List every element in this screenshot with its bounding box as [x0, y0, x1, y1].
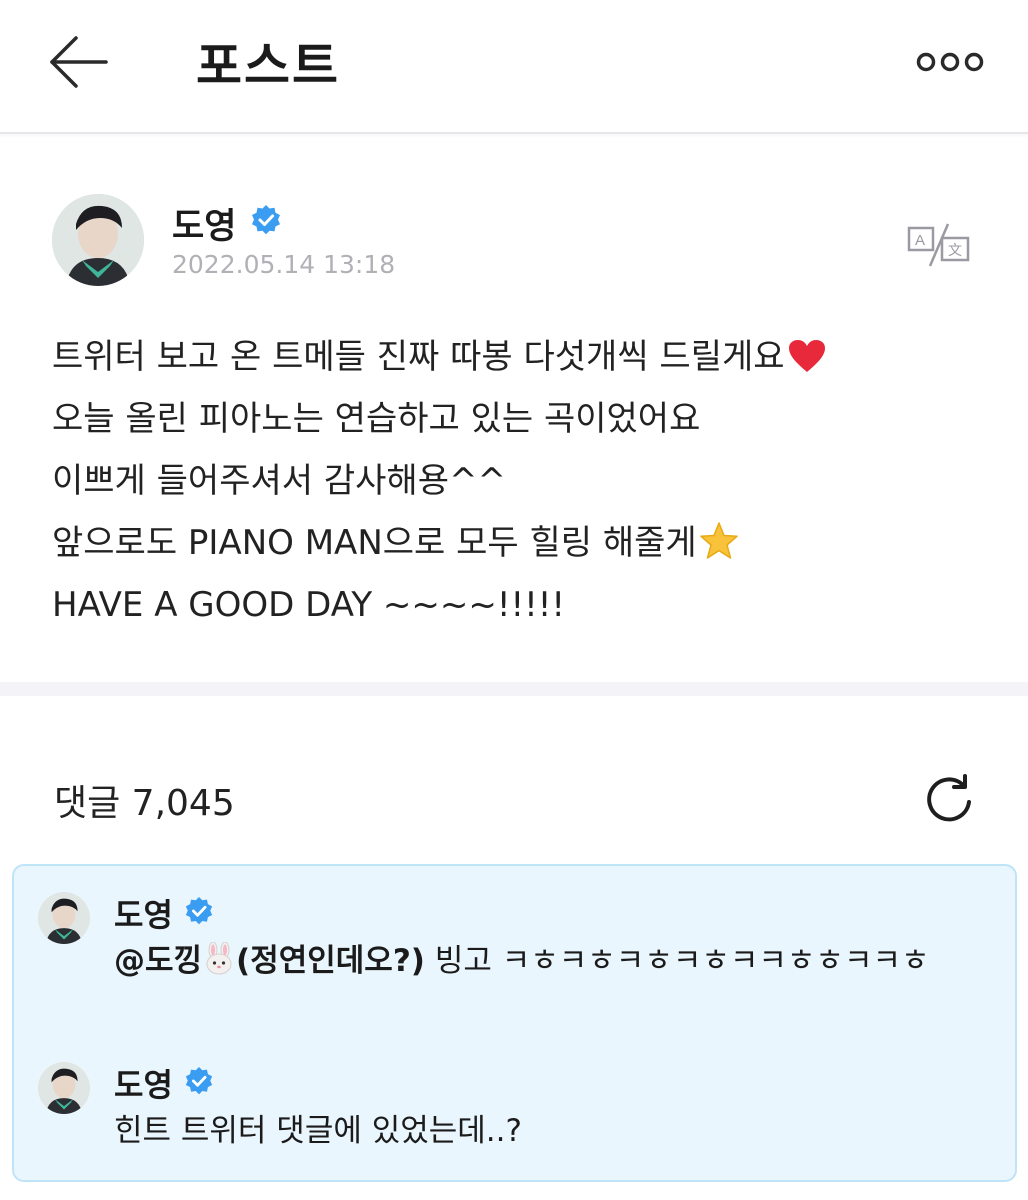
comment-avatar[interactable] — [38, 1062, 90, 1114]
translate-icon: A 文 — [907, 223, 970, 267]
comment-avatar[interactable] — [38, 892, 90, 944]
comments-header: 댓글 7,045 — [0, 740, 1028, 830]
post-line-4: 앞으로도 PIANO MAN으로 모두 힐링 해줄게 — [52, 512, 992, 574]
page-title: 포스트 — [196, 37, 340, 95]
post-card: 도영 2022.05.14 13:18 A 文 트위터 보고 온 트메들 진짜 … — [0, 136, 1028, 682]
more-options-button[interactable] — [912, 44, 988, 80]
translate-button[interactable]: A 文 — [906, 220, 972, 270]
section-divider — [0, 682, 1028, 696]
post-line-3: 이쁘게 들어주셔서 감사해용^^ — [52, 461, 506, 501]
verified-badge-icon — [252, 205, 280, 235]
comment-author[interactable]: 도영 — [114, 890, 173, 936]
verified-badge-icon — [185, 896, 213, 925]
comment-body: 빙고 ㅋㅎㅋㅎㅋㅎㅋㅎㅋㅋㅎㅎㅋㅋㅎ — [424, 943, 930, 979]
avatar-photo — [38, 1062, 90, 1114]
post-line-1: 트위터 보고 온 트메들 진짜 따봉 다섯개씩 드릴게요 — [52, 326, 992, 388]
heart-emoji-icon — [788, 340, 825, 372]
post-timestamp: 2022.05.14 13:18 — [172, 250, 396, 279]
author-avatar[interactable] — [52, 194, 144, 286]
post-line-5: HAVE A GOOD DAY ~~~~!!!!! — [52, 585, 566, 625]
star-emoji-icon — [699, 522, 738, 559]
arrow-left-icon — [50, 36, 108, 88]
mention-suffix: (정연인데오?) — [236, 943, 425, 979]
post-line-2: 오늘 올린 피아노는 연습하고 있는 곡이었어요 — [52, 399, 701, 439]
more-dots-icon — [916, 52, 984, 72]
back-button[interactable] — [44, 30, 114, 94]
rabbit-emoji-icon — [206, 942, 232, 975]
author-name[interactable]: 도영 — [172, 198, 236, 249]
comment-author[interactable]: 도영 — [114, 1060, 173, 1106]
comment-text: 힌트 트위터 댓글에 있었는데..? — [114, 1113, 522, 1149]
verified-badge-icon — [185, 1066, 213, 1095]
svg-text:A: A — [915, 232, 925, 249]
svg-text:文: 文 — [948, 243, 962, 259]
comment-text: @도낑 (정연인데오?) 빙고 ㅋㅎㅋㅎㅋㅎㅋㅎㅋㅋㅎㅎㅋㅋㅎ — [114, 936, 984, 986]
comment-count: 댓글 7,045 — [54, 783, 235, 824]
artist-comments-box: 도영 @도낑 (정연인데오?) 빙고 ㅋㅎㅋㅎㅋㅎㅋㅎㅋㅋㅎㅎㅋㅋㅎ 도영 힌트… — [12, 864, 1017, 1182]
avatar-photo — [52, 194, 144, 286]
app-header: 포스트 — [0, 0, 1028, 134]
avatar-photo — [38, 892, 90, 944]
mention-link[interactable]: @도낑 — [114, 943, 202, 979]
refresh-icon — [927, 774, 971, 822]
post-content: 트위터 보고 온 트메들 진짜 따봉 다섯개씩 드릴게요 오늘 올린 피아노는 … — [52, 326, 992, 636]
refresh-button[interactable] — [920, 768, 980, 828]
